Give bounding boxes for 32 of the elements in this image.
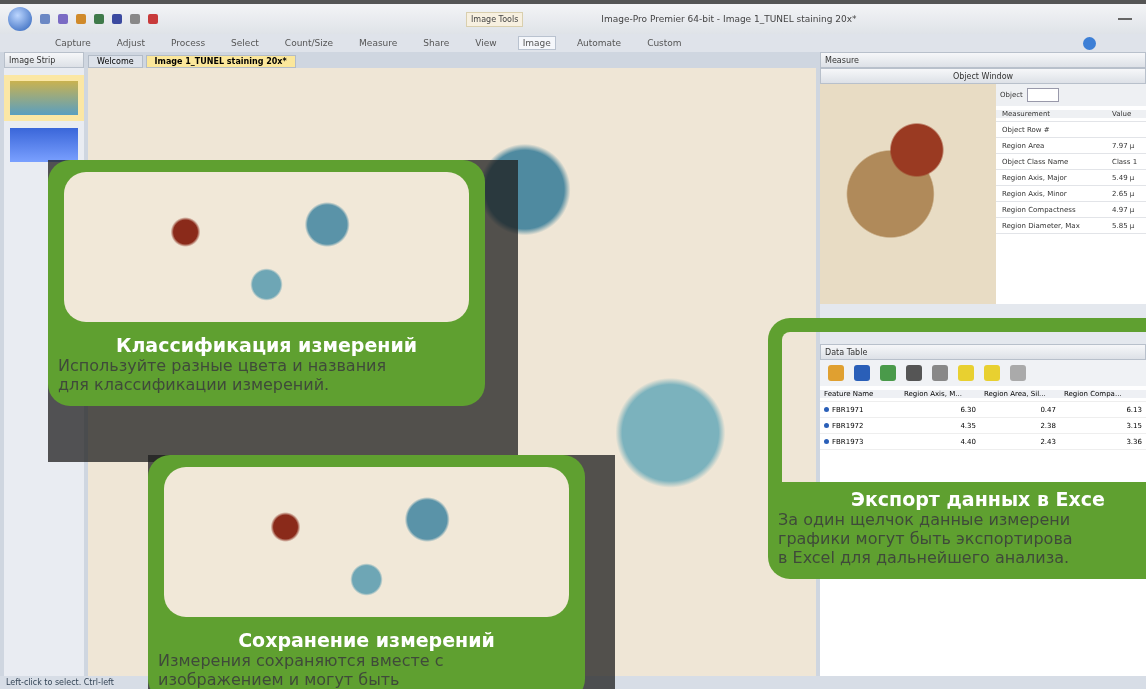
- callout-text: Используйте разные цвета и названия: [58, 356, 388, 375]
- ribbon-tab[interactable]: Capture: [50, 36, 96, 50]
- ribbon-tab[interactable]: Custom: [642, 36, 687, 50]
- ribbon-tab[interactable]: Automate: [571, 36, 627, 50]
- object-window-title: Object Window: [820, 68, 1146, 84]
- callout-title: Классификация измерений: [114, 334, 419, 356]
- callout-text: изображением и могут быть: [158, 670, 401, 689]
- callout-title: Сохранение измерений: [237, 629, 496, 651]
- ribbon-tab[interactable]: Share: [418, 36, 455, 50]
- callout-text: в Excel для дальнейшего анализа.: [778, 548, 1071, 567]
- callout-text: для классификации измерений.: [58, 375, 331, 394]
- document-tab[interactable]: Welcome: [88, 55, 143, 68]
- callout-title: Экспорт данных в Exce: [850, 488, 1106, 510]
- panel-title: Measure: [820, 52, 1146, 68]
- callout-text: графики могут быть экспортирова: [778, 529, 1074, 548]
- object-spin-field[interactable]: [1026, 88, 1059, 102]
- app-orb-icon[interactable]: [8, 7, 32, 31]
- callout-text: Измерения сохраняются вместе с: [158, 651, 445, 670]
- panel-title: Image Strip: [4, 52, 84, 68]
- ribbon-tab[interactable]: Count/Size: [279, 36, 339, 50]
- callout-text: За один щелчок данные измерени: [778, 510, 1072, 529]
- ribbon-tab[interactable]: Image: [517, 36, 556, 50]
- document-tab[interactable]: Image 1_TUNEL staining 20x*: [145, 55, 296, 68]
- ribbon-tab[interactable]: Measure: [354, 36, 403, 50]
- ribbon-tab[interactable]: Process: [165, 36, 211, 50]
- contextual-tab-label: Image Tools: [466, 11, 524, 27]
- ribbon-tab[interactable]: Adjust: [111, 36, 150, 50]
- ribbon-tab[interactable]: Select: [226, 36, 264, 50]
- status-text: Left-click to select. Ctrl-left: [6, 678, 114, 687]
- ribbon-tab[interactable]: View: [470, 36, 502, 50]
- window-title: Image-Pro Premier 64-bit - Image 1_TUNEL staining 20x*: [601, 14, 858, 24]
- panel-title: Data Table: [820, 344, 1146, 360]
